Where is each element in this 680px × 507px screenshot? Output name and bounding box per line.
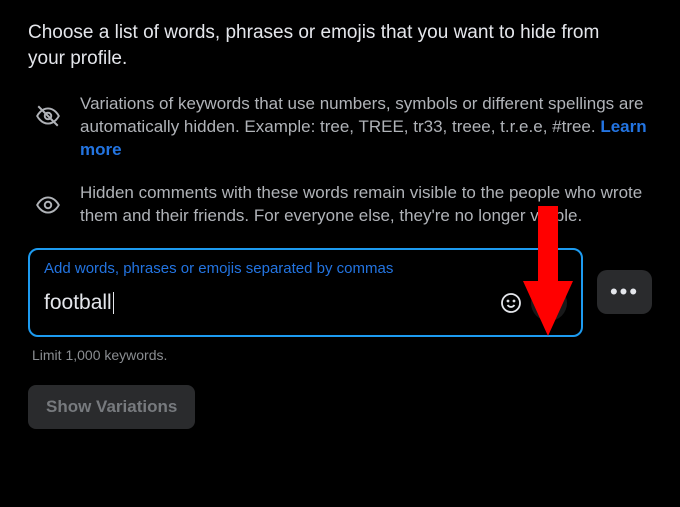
info-visibility-text: Hidden comments with these words remain … bbox=[68, 182, 652, 228]
limit-text: Limit 1,000 keywords. bbox=[32, 347, 652, 363]
keyword-input-value: football bbox=[44, 291, 112, 315]
more-options-button[interactable]: ••• bbox=[597, 270, 652, 314]
eye-off-icon bbox=[28, 93, 68, 129]
page-heading: Choose a list of words, phrases or emoji… bbox=[28, 20, 608, 71]
info-row-visibility: Hidden comments with these words remain … bbox=[28, 182, 652, 228]
eye-icon bbox=[28, 182, 68, 218]
keyword-input[interactable]: football bbox=[44, 289, 497, 317]
emoji-picker-button[interactable] bbox=[497, 289, 525, 317]
text-cursor bbox=[113, 292, 114, 314]
keyword-input-container[interactable]: Add words, phrases or emojis separated b… bbox=[28, 248, 583, 337]
info-variations-text: Variations of keywords that use numbers,… bbox=[80, 94, 643, 136]
show-variations-button[interactable]: Show Variations bbox=[28, 385, 195, 429]
add-keyword-button[interactable] bbox=[531, 285, 567, 321]
keyword-input-label: Add words, phrases or emojis separated b… bbox=[44, 260, 567, 277]
info-row-variations: Variations of keywords that use numbers,… bbox=[28, 93, 652, 162]
